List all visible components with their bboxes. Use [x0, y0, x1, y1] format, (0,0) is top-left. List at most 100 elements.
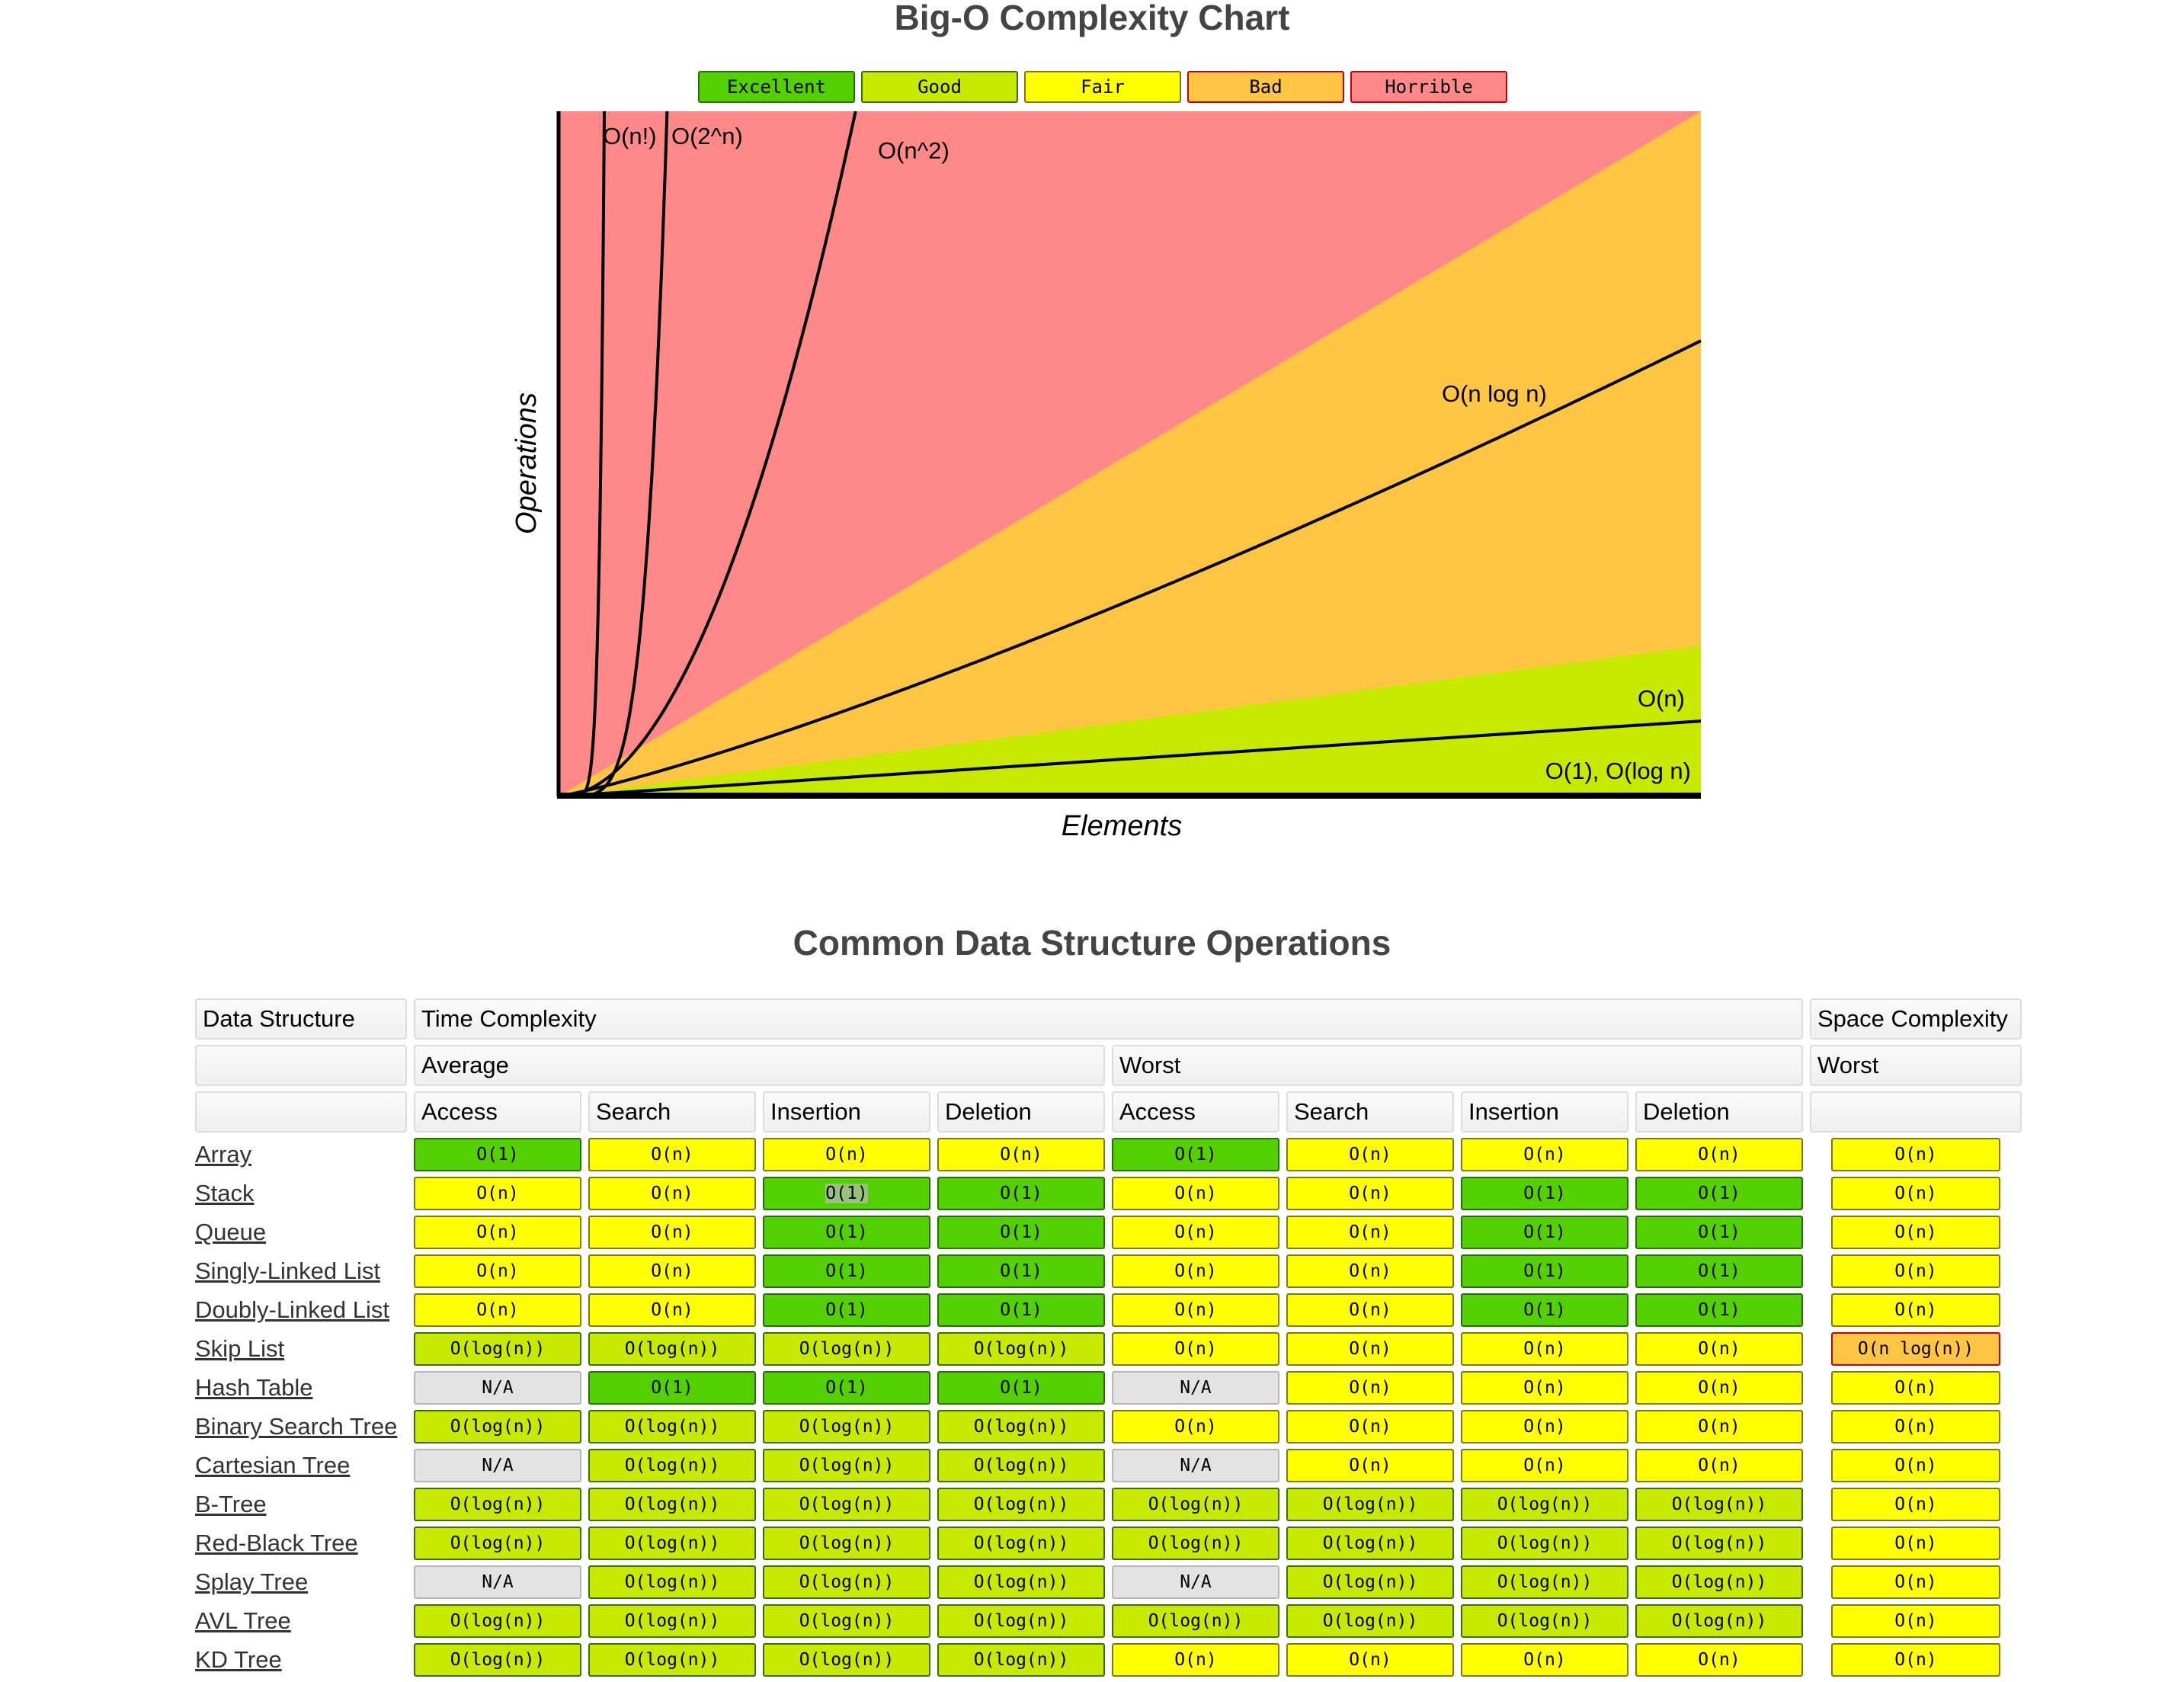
complexity-space-worst: O(n) [1831, 1488, 2000, 1521]
x-axis-label: Elements [1062, 810, 1182, 842]
complexity-space-worst-cell: O(n) [1810, 1293, 2022, 1327]
header-row-2: Average Worst Worst [195, 1045, 2022, 1086]
data-structure-link-red-black-tree[interactable]: Red-Black Tree [195, 1530, 358, 1556]
complexity-worst-search: O(log(n)) [1286, 1527, 1454, 1560]
complexity-worst-deletion: O(log(n)) [1635, 1604, 1803, 1638]
data-structure-link-doubly-linked-list[interactable]: Doubly-Linked List [195, 1296, 389, 1323]
complexity-worst-search: O(n) [1286, 1216, 1454, 1249]
complexity-worst-search: O(n) [1286, 1138, 1454, 1171]
complexity-average-access-cell: N/A [414, 1371, 581, 1405]
complexity-average-search: O(1) [588, 1371, 756, 1405]
data-structure-link-stack[interactable]: Stack [195, 1180, 255, 1206]
complexity-worst-deletion: O(n) [1635, 1371, 1803, 1405]
complexity-average-deletion: O(log(n)) [937, 1565, 1105, 1599]
complexity-average-search: O(log(n)) [588, 1604, 756, 1638]
complexity-space-worst-cell: O(n) [1810, 1254, 2022, 1288]
row-name-cell: Splay Tree [195, 1565, 407, 1599]
complexity-worst-deletion: O(1) [1635, 1216, 1803, 1249]
complexity-worst-deletion-cell: O(log(n)) [1635, 1488, 1803, 1521]
complexity-worst-deletion-cell: O(1) [1635, 1293, 1803, 1327]
complexity-average-access: O(log(n)) [414, 1332, 581, 1366]
complexity-worst-insertion-cell: O(log(n)) [1461, 1604, 1628, 1638]
complexity-space-worst-cell: O(n) [1810, 1138, 2022, 1171]
table-row: Splay Tree N/A O(log(n)) O(log(n)) O(log(n))… [195, 1565, 2022, 1599]
data-structure-link-skip-list[interactable]: Skip List [195, 1335, 284, 1362]
complexity-average-access: O(log(n)) [414, 1410, 581, 1443]
selected-text: O(1) [825, 1184, 868, 1203]
data-structure-link-array[interactable]: Array [195, 1141, 251, 1168]
header-empty [195, 1091, 407, 1133]
complexity-worst-access: O(log(n)) [1112, 1488, 1279, 1521]
complexity-worst-search-cell: O(n) [1286, 1177, 1454, 1210]
complexity-space-worst-cell: O(n) [1810, 1371, 2022, 1405]
complexity-worst-insertion: O(1) [1461, 1216, 1628, 1249]
row-name-cell: Stack [195, 1177, 407, 1210]
label-nlogn: O(n log n) [1442, 380, 1547, 407]
data-structure-link-b-tree[interactable]: B-Tree [195, 1491, 267, 1517]
data-structure-link-kd-tree[interactable]: KD Tree [195, 1646, 282, 1673]
complexity-worst-insertion-cell: O(1) [1461, 1216, 1628, 1249]
complexity-average-access: O(1) [414, 1138, 581, 1171]
data-structure-link-splay-tree[interactable]: Splay Tree [195, 1568, 308, 1595]
complexity-worst-access: O(log(n)) [1112, 1527, 1279, 1560]
complexity-worst-deletion-cell: O(1) [1635, 1254, 1803, 1288]
complexity-average-search-cell: O(1) [588, 1371, 756, 1405]
complexity-worst-search-cell: O(log(n)) [1286, 1527, 1454, 1560]
complexity-worst-insertion: O(log(n)) [1461, 1527, 1628, 1560]
complexity-space-worst: O(n) [1831, 1293, 2000, 1327]
complexity-worst-deletion-cell: O(1) [1635, 1216, 1803, 1249]
label-exponential: O(2^n) [671, 123, 743, 149]
header-empty [1810, 1091, 2022, 1133]
complexity-worst-insertion-cell: O(1) [1461, 1293, 1628, 1327]
data-structure-link-singly-linked-list[interactable]: Singly-Linked List [195, 1257, 380, 1284]
complexity-worst-access-cell: O(n) [1112, 1254, 1279, 1288]
header-space-complexity: Space Complexity [1810, 998, 2022, 1040]
data-structure-link-cartesian-tree[interactable]: Cartesian Tree [195, 1452, 350, 1479]
header-time-complexity: Time Complexity [414, 998, 1803, 1040]
data-structure-link-queue[interactable]: Queue [195, 1219, 266, 1245]
complexity-worst-insertion-cell: O(n) [1461, 1449, 1628, 1482]
complexity-average-access-cell: O(log(n)) [414, 1488, 581, 1521]
data-structure-link-hash-table[interactable]: Hash Table [195, 1374, 313, 1401]
data-structure-link-avl-tree[interactable]: AVL Tree [195, 1607, 291, 1634]
complexity-worst-access-cell: O(1) [1112, 1138, 1279, 1171]
header-worst-deletion: Deletion [1635, 1091, 1803, 1133]
complexity-average-deletion: O(n) [937, 1138, 1105, 1171]
header-average-deletion: Deletion [937, 1091, 1105, 1133]
complexity-worst-insertion-cell: O(n) [1461, 1332, 1628, 1366]
complexity-average-insertion-cell: O(n) [763, 1138, 930, 1171]
table-row: B-Tree O(log(n)) O(log(n)) O(log(n)) O(log(n… [195, 1488, 2022, 1521]
complexity-average-deletion-cell: O(log(n)) [937, 1527, 1105, 1560]
row-name-cell: Doubly-Linked List [195, 1293, 407, 1327]
complexity-average-deletion-cell: O(1) [937, 1371, 1105, 1405]
complexity-worst-deletion-cell: O(log(n)) [1635, 1604, 1803, 1638]
complexity-average-deletion: O(log(n)) [937, 1449, 1105, 1482]
complexity-average-insertion: O(log(n)) [763, 1488, 930, 1521]
row-name-cell: Cartesian Tree [195, 1449, 407, 1482]
complexity-average-insertion: O(1) [763, 1216, 930, 1249]
complexity-average-access: O(log(n)) [414, 1488, 581, 1521]
complexity-average-deletion-cell: O(log(n)) [937, 1488, 1105, 1521]
header-row-1: Data Structure Time Complexity Space Com… [195, 998, 2022, 1040]
complexity-worst-insertion-cell: O(n) [1461, 1643, 1628, 1677]
complexity-average-insertion-cell: O(log(n)) [763, 1449, 930, 1482]
complexity-worst-search: O(log(n)) [1286, 1604, 1454, 1638]
complexity-average-deletion-cell: O(n) [937, 1138, 1105, 1171]
complexity-worst-insertion: O(log(n)) [1461, 1604, 1628, 1638]
complexity-worst-deletion-cell: O(n) [1635, 1449, 1803, 1482]
complexity-worst-search-cell: O(n) [1286, 1449, 1454, 1482]
complexity-average-insertion: O(log(n)) [763, 1604, 930, 1638]
complexity-average-search-cell: O(log(n)) [588, 1449, 756, 1482]
header-worst-insertion: Insertion [1461, 1091, 1628, 1133]
complexity-worst-insertion: O(1) [1461, 1254, 1628, 1288]
data-structure-link-binary-search-tree[interactable]: Binary Search Tree [195, 1413, 397, 1440]
complexity-average-access: O(n) [414, 1254, 581, 1288]
complexity-average-access-cell: O(n) [414, 1254, 581, 1288]
complexity-average-search-cell: O(n) [588, 1138, 756, 1171]
complexity-worst-insertion: O(log(n)) [1461, 1488, 1628, 1521]
complexity-worst-search: O(n) [1286, 1293, 1454, 1327]
complexity-average-insertion: O(log(n)) [763, 1643, 930, 1677]
complexity-worst-insertion: O(1) [1461, 1177, 1628, 1210]
row-name-cell: B-Tree [195, 1488, 407, 1521]
complexity-worst-access-cell: O(log(n)) [1112, 1488, 1279, 1521]
